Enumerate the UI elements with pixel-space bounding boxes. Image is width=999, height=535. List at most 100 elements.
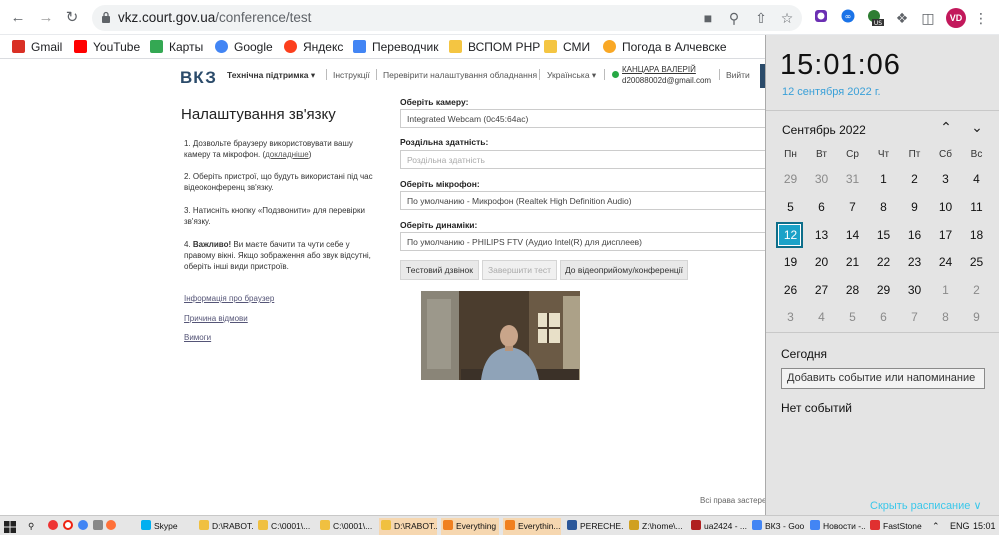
search-icon[interactable]: ⚲ <box>28 518 42 535</box>
calendar-day[interactable]: 28 <box>837 283 868 297</box>
calendar-day[interactable]: 19 <box>775 255 806 269</box>
calendar-day[interactable]: 29 <box>775 172 806 186</box>
calendar-day-today[interactable]: 12 <box>775 228 806 242</box>
language-indicator[interactable]: ENG <box>950 519 970 534</box>
calendar-day[interactable]: 10 <box>930 200 961 214</box>
taskbar-window-button[interactable]: C:\0001\... <box>318 518 376 535</box>
nav-support-menu[interactable]: Технічна підтримка ▾ <box>227 70 315 81</box>
profile-avatar[interactable]: VD <box>946 8 966 28</box>
calendar-day[interactable]: 21 <box>837 255 868 269</box>
taskbar-window-button[interactable]: FastStone <box>868 518 923 535</box>
chevron-up-icon[interactable]: ⌃ <box>937 119 955 137</box>
taskbar-window-button[interactable]: Skype <box>139 518 194 535</box>
bookmark-youtube[interactable]: YouTube <box>74 39 140 55</box>
nav-recheck-equipment[interactable]: Перевірити налаштування обладнання <box>383 70 537 80</box>
calendar-month[interactable]: Сентябрь 2022 <box>782 123 866 137</box>
calendar-day[interactable]: 8 <box>930 310 961 324</box>
forward-arrow-icon[interactable]: → <box>36 8 56 28</box>
extensions-puzzle-icon[interactable]: ❖ <box>893 9 911 27</box>
back-arrow-icon[interactable]: ← <box>8 8 28 28</box>
calendar-day[interactable]: 27 <box>806 283 837 297</box>
calendar-day[interactable]: 9 <box>961 310 992 324</box>
camera-indicator-icon[interactable]: ■ <box>699 9 717 27</box>
calendar-day[interactable]: 29 <box>868 283 899 297</box>
more-info-link[interactable]: докладніше <box>265 150 309 159</box>
calendar-day[interactable]: 31 <box>837 172 868 186</box>
calendar-day[interactable]: 2 <box>899 172 930 186</box>
flyout-date[interactable]: 12 сентября 2022 г. <box>782 86 881 98</box>
add-event-input[interactable]: Добавить событие или напоминание <box>781 368 985 389</box>
calendar-day[interactable]: 15 <box>868 228 899 242</box>
calendar-day[interactable]: 6 <box>868 310 899 324</box>
bookmark-star-icon[interactable]: ☆ <box>778 9 796 27</box>
side-panel-icon[interactable]: ◫ <box>919 9 937 27</box>
taskbar-window-button[interactable]: ua2424 - ... <box>689 518 747 535</box>
pinned-app-icon[interactable] <box>48 518 60 535</box>
chrome-icon[interactable] <box>78 518 90 535</box>
extension-vpn-icon[interactable]: US <box>866 9 884 27</box>
taskbar-window-button[interactable]: Z:\home\... <box>627 518 685 535</box>
calendar-day[interactable]: 2 <box>961 283 992 297</box>
calendar-day[interactable]: 16 <box>899 228 930 242</box>
calendar-day[interactable]: 7 <box>837 200 868 214</box>
calendar-day[interactable]: 13 <box>806 228 837 242</box>
nav-language-select[interactable]: Українська ▾ <box>547 70 596 81</box>
camera-select[interactable]: Integrated Webcam (0c45:64ac) <box>400 109 765 128</box>
go-to-conference-button[interactable]: До відеоприйому/конференції <box>560 260 688 280</box>
calendar-day[interactable]: 3 <box>930 172 961 186</box>
taskbar-window-button[interactable]: PERECHE... <box>565 518 623 535</box>
bookmark-folder-vspom[interactable]: ВСПОМ РНР <box>449 39 540 55</box>
site-logo[interactable]: ВКЗ <box>180 68 217 88</box>
opera-icon[interactable] <box>63 518 75 535</box>
end-test-button[interactable]: Завершити тест <box>482 260 557 280</box>
calendar-day[interactable]: 8 <box>868 200 899 214</box>
bookmark-gmail[interactable]: Gmail <box>12 39 62 55</box>
calendar-day[interactable]: 7 <box>899 310 930 324</box>
calendar-day[interactable]: 26 <box>775 283 806 297</box>
nav-instructions[interactable]: Інструкції <box>333 70 370 80</box>
calendar-day[interactable]: 5 <box>837 310 868 324</box>
microphone-select[interactable]: По умолчанию - Микрофон (Realtek High De… <box>400 191 765 210</box>
calendar-day[interactable]: 20 <box>806 255 837 269</box>
calendar-day[interactable]: 6 <box>806 200 837 214</box>
taskbar-window-button[interactable]: D:\RABOT... <box>197 518 253 535</box>
calendar-day[interactable]: 18 <box>961 228 992 242</box>
extension-colorpick-icon[interactable] <box>812 9 830 27</box>
chevron-down-icon[interactable]: ⌄ <box>968 119 986 137</box>
lock-icon[interactable] <box>101 11 111 24</box>
calendar-day[interactable]: 17 <box>930 228 961 242</box>
speakers-select[interactable]: По умолчанию - PHILIPS FTV (Аудио Intel(… <box>400 232 765 251</box>
calendar-day[interactable]: 9 <box>899 200 930 214</box>
calendar-day[interactable]: 30 <box>806 172 837 186</box>
firefox-icon[interactable] <box>106 518 118 535</box>
bookmark-translator[interactable]: Переводчик <box>353 39 439 55</box>
taskbar-window-button[interactable]: ВКЗ - Goo... <box>750 518 805 535</box>
calendar-day[interactable]: 4 <box>806 310 837 324</box>
requirements-link[interactable]: Вимоги <box>184 333 211 342</box>
bookmark-google[interactable]: Google <box>215 39 273 55</box>
address-bar[interactable]: vkz.court.gov.ua/conference/test <box>92 5 802 31</box>
share-icon[interactable]: ⇧ <box>752 9 770 27</box>
taskbar-clock[interactable]: 15:01 <box>973 519 996 534</box>
bookmark-yandex[interactable]: Яндекс <box>284 39 343 55</box>
calendar-day[interactable]: 5 <box>775 200 806 214</box>
app-icon[interactable] <box>93 518 105 535</box>
bookmark-folder-smi[interactable]: СМИ <box>544 39 590 55</box>
taskbar-window-button[interactable]: Everything <box>441 518 499 535</box>
calendar-day[interactable]: 11 <box>961 200 992 214</box>
calendar-day[interactable]: 23 <box>899 255 930 269</box>
calendar-day[interactable]: 1 <box>930 283 961 297</box>
extension-infinity-icon[interactable]: ∞ <box>839 9 857 27</box>
taskbar-window-button[interactable]: D:\RABOT... <box>379 518 437 535</box>
taskbar-window-button[interactable]: C:\0001\... <box>256 518 314 535</box>
taskbar-window-button[interactable]: Everythin... <box>503 518 561 535</box>
tray-expand-icon[interactable]: ⌃ <box>932 519 940 534</box>
bookmark-maps[interactable]: Карты <box>150 39 203 55</box>
logout-link[interactable]: Вийти <box>726 70 750 80</box>
zoom-icon[interactable]: ⚲ <box>725 9 743 27</box>
calendar-day[interactable]: 24 <box>930 255 961 269</box>
taskbar-window-button[interactable]: Новости -... <box>808 518 865 535</box>
hide-schedule-link[interactable]: Скрыть расписание ∨ <box>870 499 982 512</box>
calendar-day[interactable]: 1 <box>868 172 899 186</box>
bookmark-weather[interactable]: Погода в Алчевске <box>603 39 727 55</box>
